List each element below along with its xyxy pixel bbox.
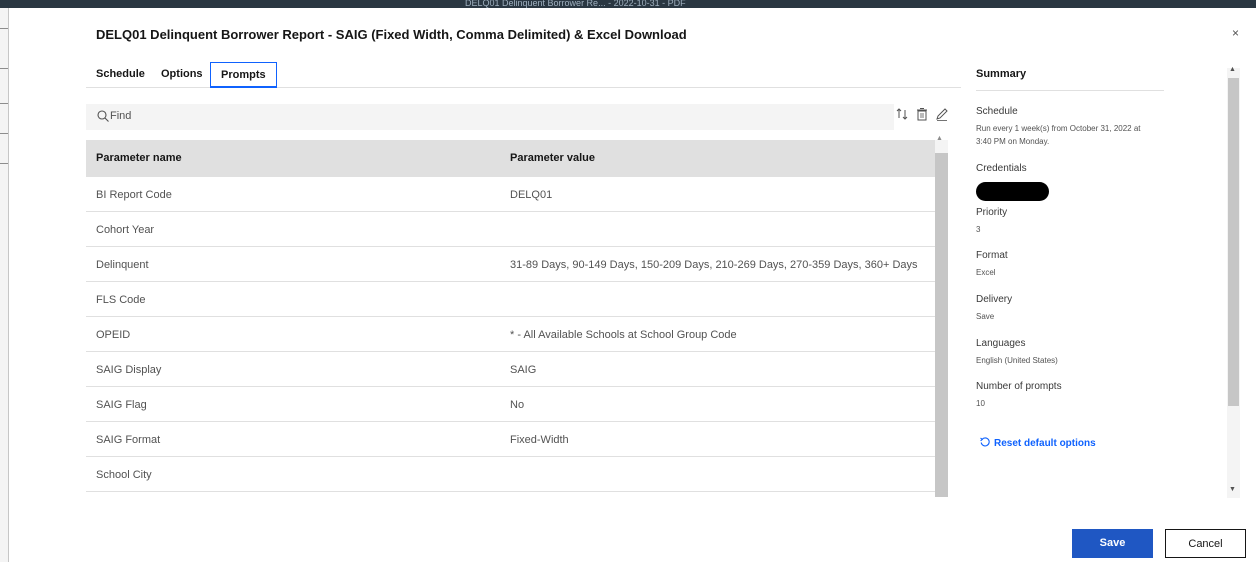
credentials-label: Credentials [976,163,1027,174]
parameter-name: SAIG Flag [96,399,147,411]
save-button[interactable]: Save [1072,529,1153,558]
schedule-value: Run every 1 week(s) from October 31, 202… [976,124,1141,146]
languages-label: Languages [976,338,1026,349]
priority-value: 3 [976,225,981,234]
background-app-title: DELQ01 Delinquent Borrower Re... - 2022-… [465,0,686,8]
search-icon [97,110,109,122]
priority-label: Priority [976,207,1008,218]
reset-label: Reset default options [994,438,1096,449]
delivery-label: Delivery [976,294,1013,305]
cancel-button[interactable]: Cancel [1165,529,1246,558]
table-row[interactable]: Cohort Year [86,212,935,247]
sidebar-icon [0,103,8,104]
parameter-value: No [510,399,525,411]
tab-schedule[interactable]: Schedule [86,62,155,88]
column-header-parameter-name[interactable]: Parameter name [96,152,182,164]
table-row[interactable]: OPEID * - All Available Schools at Schoo… [86,317,935,352]
table-row[interactable]: FLS Code [86,282,935,317]
parameter-name: FLS Code [96,294,146,306]
table-scrollbar-thumb[interactable] [935,153,948,497]
tab-prompts[interactable]: Prompts [210,62,277,88]
trash-icon[interactable] [914,106,930,122]
sidebar-icon [0,68,8,69]
prompts-table: Parameter name Parameter value BI Report… [86,140,935,497]
reset-default-options-link[interactable]: Reset default options [979,436,1096,449]
format-value: Excel [976,268,996,277]
scroll-down-icon[interactable]: ▼ [1229,486,1236,493]
parameter-name: SAIG Display [96,364,162,376]
redacted-credentials [976,182,1049,201]
parameter-value: SAIG [510,364,537,376]
format-label: Format [976,250,1008,261]
sidebar-icon [0,163,8,164]
tab-options[interactable]: Options [151,62,213,88]
table-row[interactable]: SAIG Flag No [86,387,935,422]
parameter-name: Delinquent [96,259,149,271]
summary-divider [976,90,1164,91]
table-header: Parameter name Parameter value [86,140,935,177]
parameter-name: School City [96,469,152,481]
dialog-title: DELQ01 Delinquent Borrower Report - SAIG… [96,27,687,42]
parameter-name: BI Report Code [96,189,172,201]
table-row[interactable]: SAIG Display SAIG [86,352,935,387]
sort-icon[interactable] [894,106,910,122]
sidebar-icon [0,28,8,29]
parameter-name: SAIG Format [96,434,161,446]
tab-list: Schedule Options Prompts [86,62,961,88]
delivery-value: Save [976,312,995,321]
scroll-up-icon[interactable]: ▲ [936,135,943,142]
parameter-value: * - All Available Schools at School Grou… [510,329,737,341]
background-app-header: DELQ01 Delinquent Borrower Re... - 2022-… [0,0,1256,8]
reset-icon [980,437,990,447]
table-row[interactable]: Delinquent 31-89 Days, 90-149 Days, 150-… [86,247,935,282]
sidebar-icon [0,133,8,134]
table-row[interactable]: School City [86,457,935,492]
find-placeholder: Find [110,110,132,122]
table-row[interactable]: BI Report Code DELQ01 [86,177,935,212]
summary-title: Summary [976,68,1027,80]
table-row[interactable]: SAIG Format Fixed-Width [86,422,935,457]
parameter-value: Fixed-Width [510,434,569,446]
schedule-label: Schedule [976,106,1018,117]
scroll-up-icon[interactable]: ▲ [1229,66,1236,73]
parameter-value: 31-89 Days, 90-149 Days, 150-209 Days, 2… [510,259,918,271]
background-app-sidebar [0,8,9,562]
languages-value: English (United States) [976,356,1058,365]
summary-scrollbar-thumb[interactable] [1228,78,1239,406]
column-header-parameter-value[interactable]: Parameter value [510,152,595,164]
prompts-count-value: 10 [976,399,985,408]
find-input[interactable]: Find [86,104,894,130]
parameter-name: Cohort Year [96,224,155,236]
parameter-name: OPEID [96,329,131,341]
close-icon[interactable]: × [1232,26,1239,40]
edit-icon[interactable] [934,106,950,122]
schedule-dialog: DELQ01 Delinquent Borrower Report - SAIG… [12,8,1256,562]
parameter-value: DELQ01 [510,189,553,201]
prompts-count-label: Number of prompts [976,381,1062,392]
